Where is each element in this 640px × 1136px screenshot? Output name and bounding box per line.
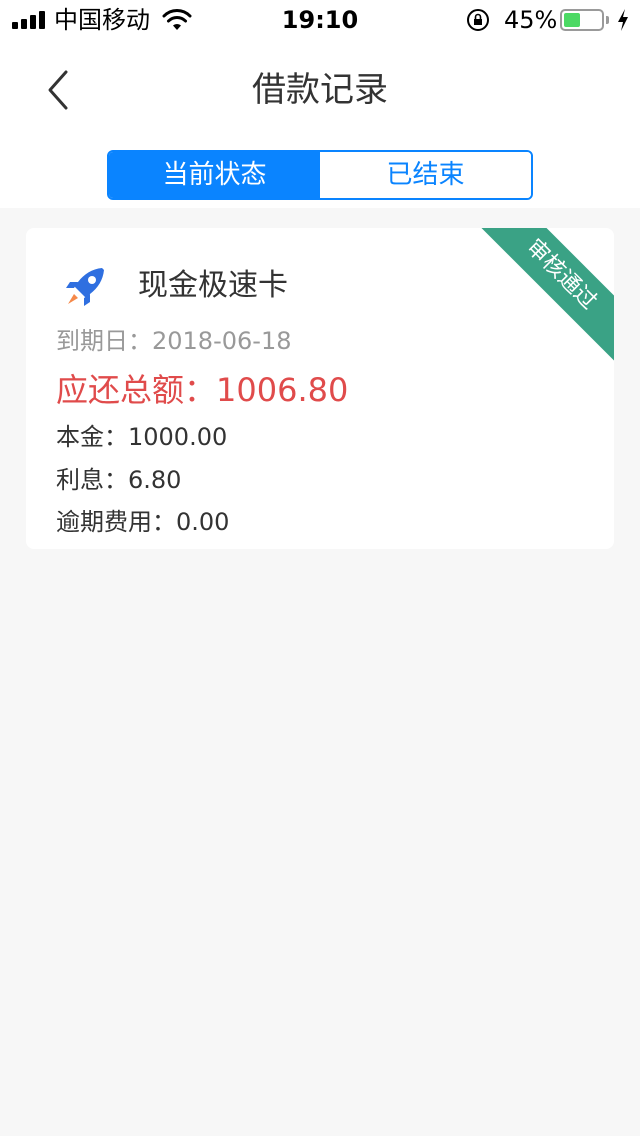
segmented-tabs: 当前状态 已结束 — [107, 150, 533, 200]
header-area: 中国移动 19:10 45% 借款记录 当前状态 已结束 — [0, 0, 640, 208]
battery-percent: 45% — [504, 6, 558, 34]
total-amount-value: 1006.80 — [216, 371, 349, 409]
tab-finished[interactable]: 已结束 — [320, 152, 531, 198]
overdue-fee-row: 逾期费用：0.00 — [56, 505, 229, 539]
total-amount-label: 应还总额： — [56, 371, 217, 409]
interest-value: 6.80 — [128, 466, 182, 494]
principal-row: 本金：1000.00 — [56, 420, 227, 454]
battery-tip — [606, 16, 609, 24]
loan-card[interactable]: 审核通过 现金极速卡 到期日：2018-06-18 应还总额：1006.80 本… — [26, 228, 614, 549]
principal-value: 1000.00 — [128, 423, 228, 451]
screen: 中国移动 19:10 45% 借款记录 当前状态 已结束 审核通过 现金极速卡 … — [0, 0, 640, 1136]
principal-label: 本金： — [56, 423, 128, 451]
charging-bolt-icon — [618, 9, 628, 31]
due-date-row: 到期日：2018-06-18 — [56, 324, 291, 358]
due-date-value: 2018-06-18 — [152, 327, 292, 355]
rotation-lock-icon — [467, 9, 489, 31]
interest-row: 利息：6.80 — [56, 463, 181, 497]
tab-current-status[interactable]: 当前状态 — [109, 152, 320, 198]
overdue-fee-label: 逾期费用： — [56, 508, 176, 536]
interest-label: 利息： — [56, 466, 128, 494]
battery-level — [564, 13, 580, 27]
product-name: 现金极速卡 — [138, 268, 288, 303]
rocket-icon — [66, 268, 104, 306]
status-bar: 中国移动 19:10 45% — [0, 0, 640, 40]
total-amount-row: 应还总额：1006.80 — [56, 368, 348, 412]
overdue-fee-value: 0.00 — [176, 508, 230, 536]
page-title: 借款记录 — [252, 70, 388, 110]
status-badge: 审核通过 — [470, 228, 614, 366]
due-date-label: 到期日： — [56, 327, 152, 355]
battery-icon — [560, 9, 604, 31]
